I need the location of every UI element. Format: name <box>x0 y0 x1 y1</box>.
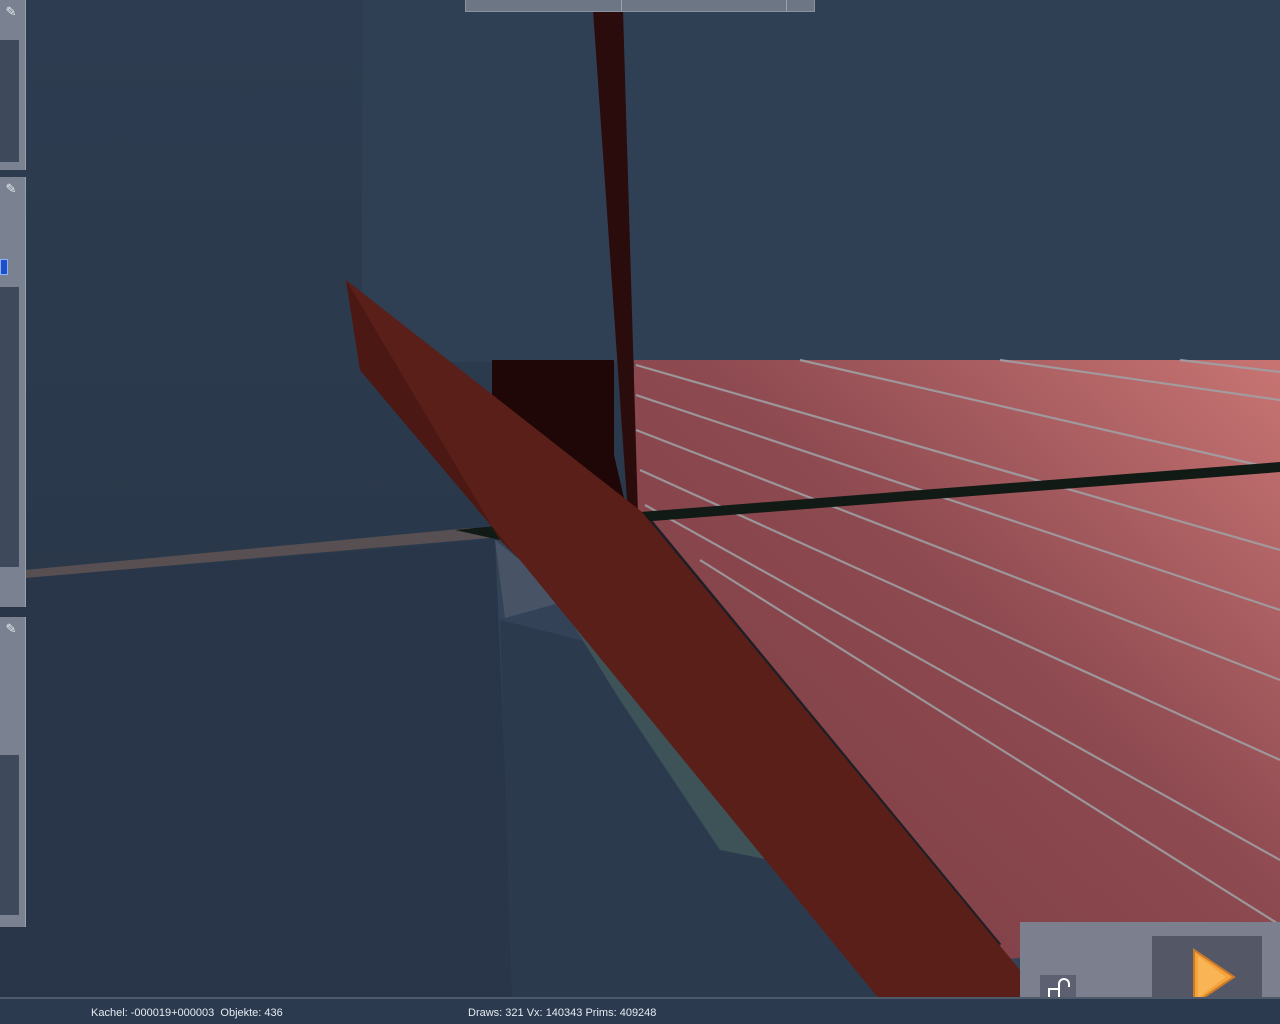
tile-value: -000019+000003 <box>130 1007 215 1019</box>
objects-label: Objekte: <box>220 1007 262 1019</box>
tab-divider <box>786 0 787 11</box>
pin-icon[interactable]: ✎ <box>3 181 19 197</box>
tool-panel-2-content <box>0 287 19 567</box>
pin-icon[interactable]: ✎ <box>3 4 19 20</box>
pin-icon[interactable]: ✎ <box>3 621 19 637</box>
objects-value: 436 <box>264 1007 283 1019</box>
tool-panel-1-content <box>0 40 19 162</box>
status-tile-info: Kachel: -000019+000003 Objekte: 436 <box>91 1007 283 1019</box>
tool-panel-3: ✎ <box>0 617 26 927</box>
top-toolbar-tab[interactable] <box>465 0 815 12</box>
tab-divider <box>621 0 622 11</box>
tile-label: Kachel: <box>91 1007 128 1019</box>
vx-label: Vx: <box>526 1007 543 1019</box>
draws-value: 321 <box>505 1007 524 1019</box>
3d-viewport[interactable] <box>0 0 1280 1024</box>
status-bar: Kachel: -000019+000003 Objekte: 436 Draw… <box>0 997 1280 1024</box>
tool-panel-2: ✎ <box>0 177 26 607</box>
prims-label: Prims: <box>585 1007 617 1019</box>
tool-panel-3-content <box>0 755 19 915</box>
blue-indicator[interactable] <box>0 259 8 275</box>
draws-label: Draws: <box>468 1007 503 1019</box>
lower-wall <box>0 540 512 1000</box>
vx-value: 140343 <box>545 1007 583 1019</box>
tool-panel-1: ✎ <box>0 0 26 170</box>
sky-right <box>362 0 1280 362</box>
prims-value: 409248 <box>619 1007 657 1019</box>
status-render-stats: Draws: 321 Vx: 140343 Prims: 409248 <box>468 1007 656 1019</box>
